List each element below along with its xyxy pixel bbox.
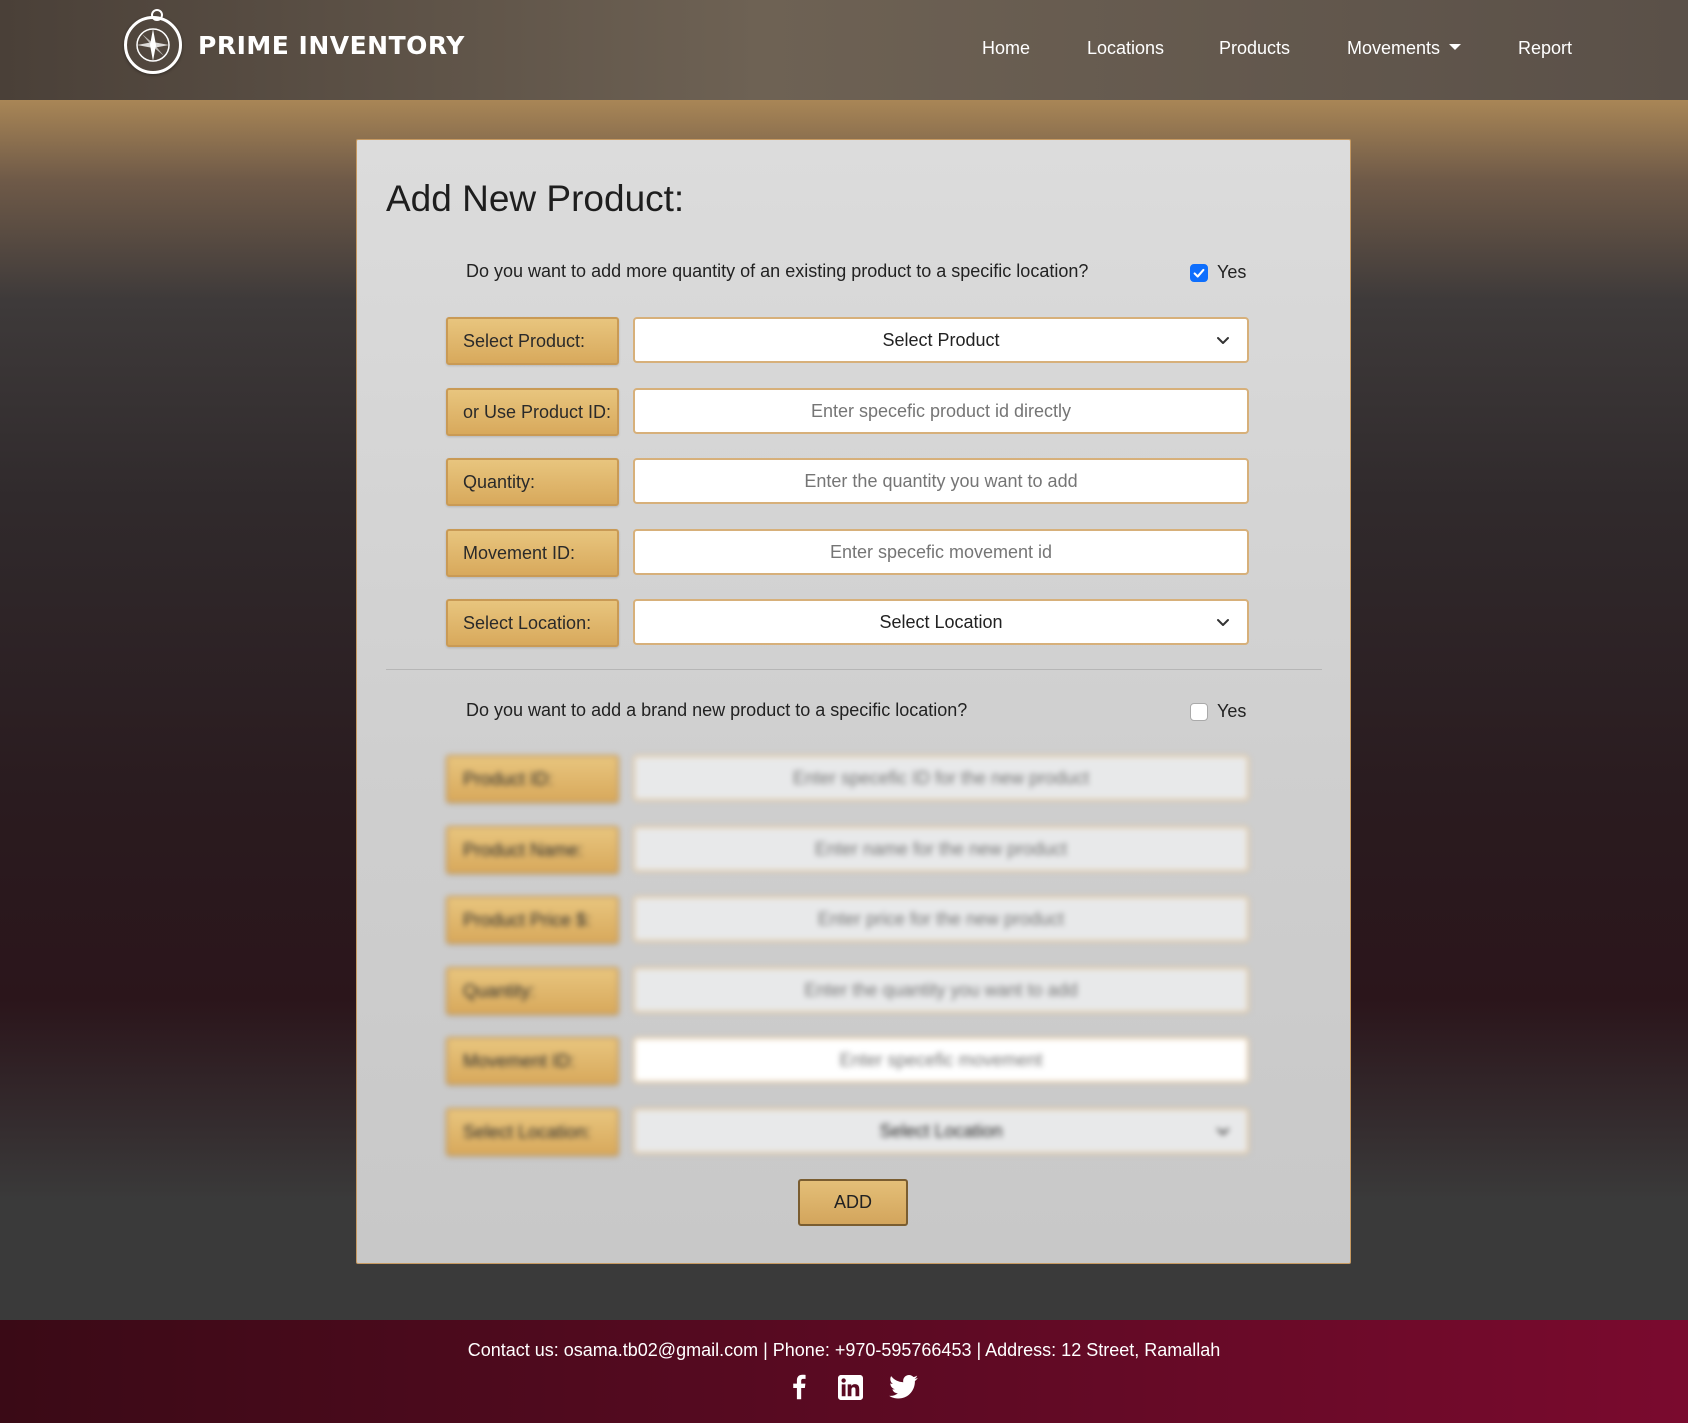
row-quantity: Quantity: [446,458,1251,506]
linkedin-icon[interactable] [836,1372,864,1402]
page-title: Add New Product: [386,178,685,219]
footer: Contact us: osama.tb02@gmail.com | Phone… [0,1320,1688,1423]
select-location-dropdown[interactable]: Select Location [633,599,1249,645]
movement-id-input[interactable] [633,529,1249,575]
nav-links: Home Locations Products Movements Report [0,0,1688,100]
social-links [788,1372,918,1402]
yes-label: Yes [1217,701,1247,721]
check-icon [1193,268,1205,278]
new-product-yes-checkbox[interactable]: Yes [1190,701,1246,722]
existing-question: Do you want to add more quantity of an e… [466,261,1089,281]
contact-info: Contact us: osama.tb02@gmail.com | Phone… [467,1340,1221,1360]
nav-home[interactable]: Home [982,38,1030,59]
checkbox-unchecked[interactable] [1190,702,1208,721]
quantity-label: Quantity: [446,458,619,506]
yes-label: Yes [1217,262,1247,282]
row-product-id: or Use Product ID: [446,388,1251,436]
row-new-product-id: Product ID: [446,755,1251,803]
row-select-location: Select Location: Select Location [446,599,1251,647]
row-new-product-price: Product Price $: [446,896,1251,944]
new-quantity-label: Quantity: [446,967,619,1015]
caret-down-icon [1449,44,1462,51]
new-select-location-value: Select Location [879,1120,1003,1141]
facebook-icon[interactable] [788,1372,810,1402]
new-product-price-label: Product Price $: [446,896,619,944]
product-id-label: or Use Product ID: [446,388,619,436]
new-product-id-input[interactable] [633,755,1249,801]
nav-movements-label: Movements [1347,38,1441,58]
row-new-product-name: Product Name: [446,826,1251,874]
add-button[interactable]: ADD [798,1179,908,1226]
new-quantity-input[interactable] [633,967,1249,1013]
chevron-down-icon [1217,1128,1229,1135]
new-product-id-label: Product ID: [446,755,619,803]
divider [386,669,1322,670]
checkbox-checked[interactable] [1190,263,1208,282]
movement-id-label: Movement ID: [446,529,619,577]
select-location-label: Select Location: [446,599,619,647]
navbar: PRIME INVENTORY Home Locations Products … [0,0,1688,100]
quantity-input[interactable] [633,458,1249,504]
new-product-question: Do you want to add a brand new product t… [466,700,968,720]
row-new-movement-id: Movement ID: [446,1037,1251,1085]
chevron-down-icon [1217,337,1229,344]
existing-yes-checkbox[interactable]: Yes [1190,262,1246,283]
product-id-input[interactable] [633,388,1249,434]
nav-movements[interactable]: Movements [1347,38,1462,59]
chevron-down-icon [1217,619,1229,626]
select-product-dropdown[interactable]: Select Product [633,317,1249,363]
row-select-product: Select Product: Select Product [446,317,1251,365]
nav-products[interactable]: Products [1219,38,1290,59]
select-product-value: Select Product [882,329,1000,350]
new-select-location-dropdown[interactable]: Select Location [633,1108,1249,1154]
new-select-location-label: Select Location: [446,1108,619,1156]
select-location-value: Select Location [879,611,1003,632]
row-new-select-location: Select Location: Select Location [446,1108,1251,1156]
add-product-card: Add New Product: Do you want to add more… [356,139,1351,1264]
new-product-name-input[interactable] [633,826,1249,872]
nav-locations[interactable]: Locations [1087,38,1164,59]
new-movement-id-label: Movement ID: [446,1037,619,1085]
new-product-price-input[interactable] [633,896,1249,942]
row-new-quantity: Quantity: [446,967,1251,1015]
new-movement-id-input[interactable] [633,1037,1249,1083]
row-movement-id: Movement ID: [446,529,1251,577]
new-product-name-label: Product Name: [446,826,619,874]
nav-report[interactable]: Report [1518,38,1572,59]
select-product-label: Select Product: [446,317,619,365]
twitter-icon[interactable] [888,1372,918,1402]
